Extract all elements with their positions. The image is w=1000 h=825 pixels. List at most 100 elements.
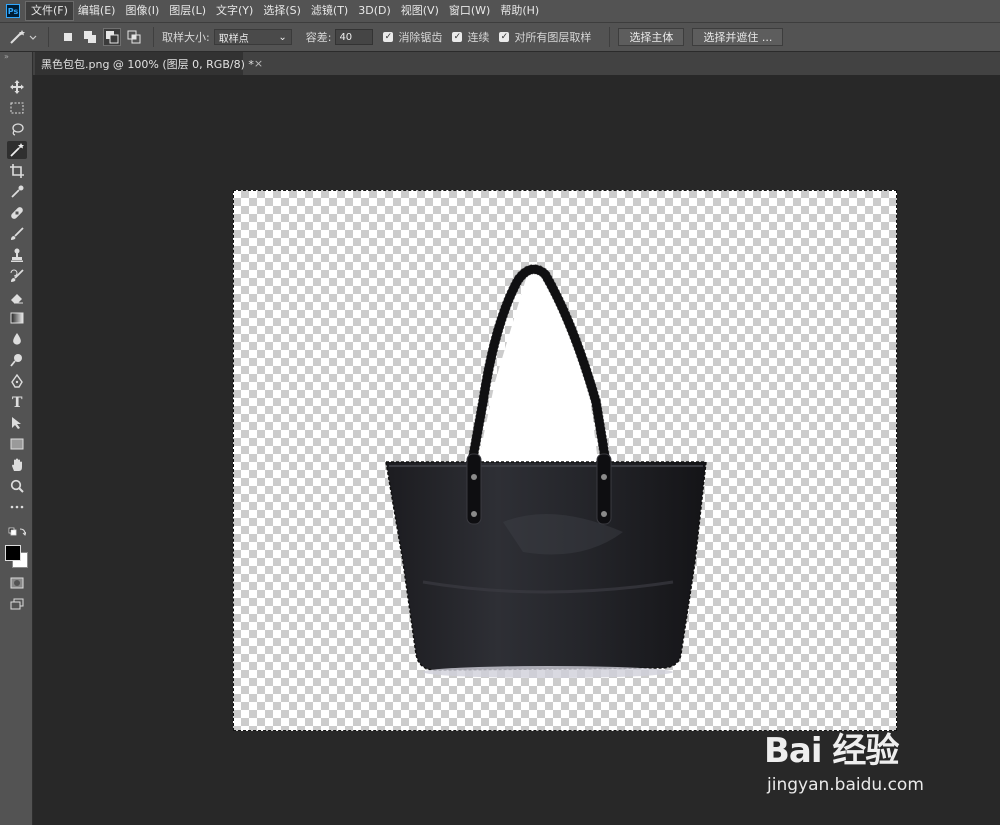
menu-type[interactable]: 文字(Y) — [211, 2, 258, 20]
checkmark-icon: ✓ — [499, 32, 510, 42]
marquee-tool[interactable] — [7, 99, 27, 117]
collapse-toolbar-icon[interactable]: » — [0, 52, 32, 62]
crop-icon — [10, 164, 24, 178]
menu-help[interactable]: 帮助(H) — [495, 2, 544, 20]
quick-mask-icon — [10, 577, 24, 589]
magic-wand-icon — [10, 143, 24, 157]
hand-icon — [12, 458, 22, 471]
tool-preset-picker[interactable] — [6, 26, 40, 48]
canvas-workspace[interactable]: Bai 经验 jingyan.baidu.com — [33, 75, 1000, 825]
baidu-watermark-url: jingyan.baidu.com — [767, 775, 924, 795]
bandage-icon — [11, 207, 23, 219]
rectangle-tool[interactable] — [7, 435, 27, 453]
menu-select[interactable]: 选择(S) — [258, 2, 306, 20]
lasso-icon — [12, 123, 24, 136]
screen-mode-icon — [10, 598, 24, 610]
clone-stamp-tool[interactable] — [7, 246, 27, 264]
tolerance-input[interactable] — [335, 29, 374, 45]
close-icon[interactable]: × — [254, 57, 263, 70]
contiguous-checkbox[interactable]: ✓ 连续 — [452, 29, 489, 45]
zoom-tool[interactable] — [7, 477, 27, 495]
baidu-watermark-logo: Bai 经验 — [764, 731, 899, 771]
sample-all-layers-label: 对所有图层取样 — [514, 31, 592, 44]
more-dots-icon — [10, 505, 24, 509]
intersect-selection-button[interactable] — [125, 28, 143, 46]
separator — [609, 27, 611, 47]
new-selection-button[interactable] — [59, 28, 77, 46]
add-to-selection-button[interactable] — [81, 28, 99, 46]
healing-brush-tool[interactable] — [7, 204, 27, 222]
baidu-watermark: Bai 经验 jingyan.baidu.com — [764, 723, 948, 803]
history-brush-icon — [10, 269, 24, 282]
magic-wand-icon — [10, 30, 37, 44]
sample-size-dropdown[interactable]: 取样点 ⌄ — [213, 29, 292, 45]
brush-tool[interactable] — [7, 225, 27, 243]
menu-edit[interactable]: 编辑(E) — [73, 2, 121, 20]
document-tab-title: 黑色包包.png @ 100% (图层 0, RGB/8) * — [41, 57, 254, 71]
history-brush-tool[interactable] — [7, 267, 27, 285]
chevron-down-icon: ⌄ — [278, 31, 287, 43]
screen-mode-button[interactable] — [7, 595, 27, 613]
gradient-icon — [10, 312, 24, 324]
subtract-selection-icon — [106, 31, 119, 44]
menu-view[interactable]: 视图(V) — [396, 2, 444, 20]
document-canvas[interactable] — [233, 190, 897, 731]
edit-toolbar-button[interactable] — [7, 498, 27, 516]
intersect-selection-icon — [127, 30, 141, 44]
eraser-tool[interactable] — [7, 288, 27, 306]
rectangle-shape-icon — [10, 438, 24, 450]
quick-mask-button[interactable] — [7, 574, 27, 592]
magic-wand-tool[interactable] — [7, 141, 27, 159]
menu-bar: Ps 文件(F) 编辑(E) 图像(I) 图层(L) 文字(Y) 选择(S) 滤… — [0, 0, 1000, 22]
select-and-mask-button[interactable]: 选择并遮住 ... — [692, 28, 784, 46]
blur-tool[interactable] — [7, 330, 27, 348]
menu-file[interactable]: 文件(F) — [25, 1, 74, 21]
color-swatches[interactable] — [4, 544, 28, 568]
add-selection-icon — [84, 31, 96, 43]
foreground-color-swatch[interactable] — [5, 545, 21, 561]
new-selection-icon — [64, 33, 72, 41]
checkmark-icon: ✓ — [452, 32, 463, 42]
default-colors-button[interactable] — [7, 526, 27, 538]
path-selection-tool[interactable] — [7, 414, 27, 432]
type-tool[interactable]: T — [7, 393, 27, 411]
menu-3d[interactable]: 3D(D) — [353, 2, 396, 20]
eyedropper-tool[interactable] — [7, 183, 27, 201]
document-tab-bar: 黑色包包.png @ 100% (图层 0, RGB/8) * × — [33, 52, 1000, 75]
handbag-image — [385, 264, 707, 678]
antialias-label: 消除锯齿 — [398, 31, 443, 44]
menu-image[interactable]: 图像(I) — [120, 2, 164, 20]
subtract-from-selection-button[interactable] — [103, 28, 121, 46]
tolerance-label: 容差: — [305, 31, 332, 44]
eraser-icon — [11, 294, 23, 304]
sample-size-value: 取样点 — [218, 33, 249, 45]
rectangle-marquee-icon — [10, 102, 24, 114]
magnifier-icon — [10, 479, 24, 493]
sample-all-layers-checkbox[interactable]: ✓ 对所有图层取样 — [499, 29, 591, 45]
dodge-icon — [10, 354, 22, 367]
separator — [153, 27, 154, 47]
menu-window[interactable]: 窗口(W) — [444, 2, 495, 20]
checkmark-icon: ✓ — [383, 32, 394, 42]
lasso-tool[interactable] — [7, 120, 27, 138]
options-bar: 取样大小: 取样点 ⌄ 容差: ✓ 消除锯齿 ✓ 连续 ✓ 对所有图层取样 选择… — [0, 22, 1000, 52]
menu-filter[interactable]: 滤镜(T) — [306, 2, 353, 20]
arrow-cursor-icon — [12, 417, 21, 429]
move-tool[interactable] — [7, 78, 27, 96]
document-tab[interactable]: 黑色包包.png @ 100% (图层 0, RGB/8) * × — [35, 52, 263, 75]
gradient-tool[interactable] — [7, 309, 27, 327]
water-drop-icon — [13, 333, 21, 345]
move-icon — [10, 80, 24, 94]
pen-icon — [11, 374, 23, 388]
crop-tool[interactable] — [7, 162, 27, 180]
antialias-checkbox[interactable]: ✓ 消除锯齿 — [383, 29, 442, 45]
menu-layer[interactable]: 图层(L) — [164, 2, 211, 20]
sample-size-label: 取样大小: — [162, 31, 210, 44]
separator — [48, 27, 49, 47]
dodge-tool[interactable] — [7, 351, 27, 369]
hand-tool[interactable] — [7, 456, 27, 474]
photoshop-logo-icon: Ps — [6, 4, 20, 18]
pen-tool[interactable] — [7, 372, 27, 390]
select-subject-button[interactable]: 选择主体 — [618, 28, 685, 46]
contiguous-label: 连续 — [467, 31, 490, 44]
